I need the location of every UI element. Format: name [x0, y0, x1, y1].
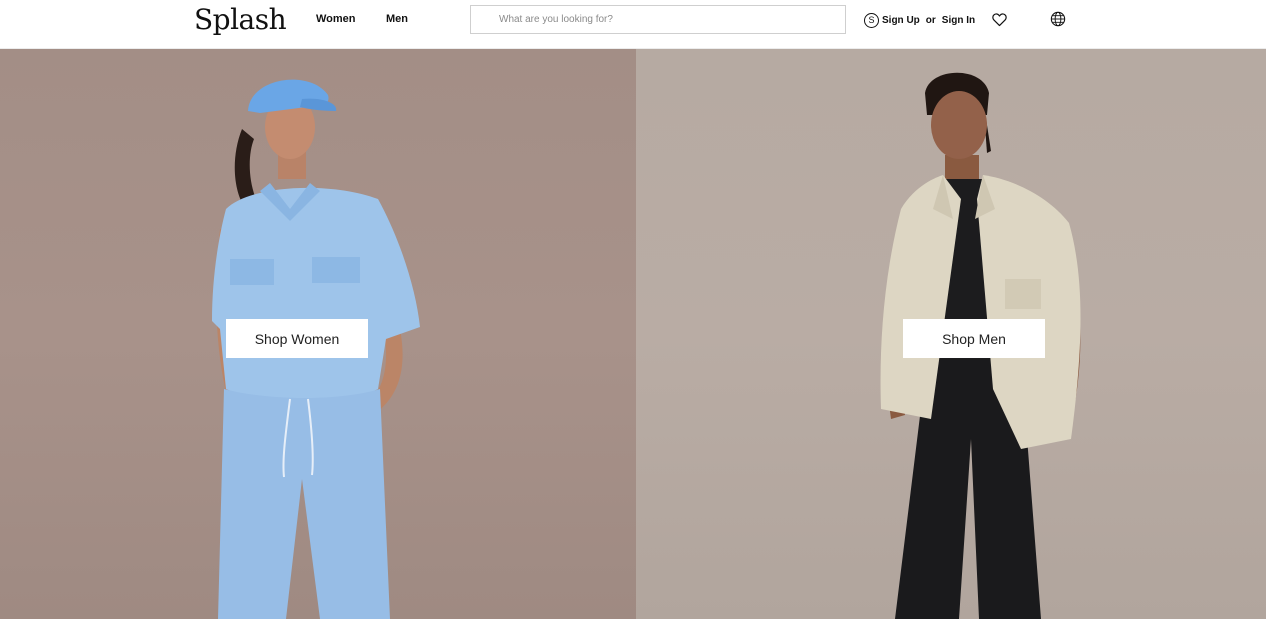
nav-women-link[interactable]: Women [316, 13, 356, 25]
shop-men-button[interactable]: Shop Men [903, 319, 1045, 358]
nav-men-link[interactable]: Men [386, 13, 408, 25]
or-separator: or [925, 14, 936, 26]
sign-up-link[interactable]: Sign Up [882, 15, 920, 26]
search-box [470, 5, 846, 34]
search-input[interactable] [471, 6, 845, 33]
wishlist-heart-icon[interactable] [991, 11, 1008, 28]
account-links: S Sign Up or Sign In [864, 11, 975, 29]
splash-logo[interactable]: Splash [194, 3, 287, 36]
sign-in-link[interactable]: Sign In [942, 15, 975, 26]
account-s-icon: S [864, 12, 879, 28]
women-hero-panel[interactable]: Shop Women [0, 49, 636, 619]
men-hero-panel[interactable]: Shop Men [636, 49, 1266, 619]
globe-icon[interactable] [1050, 11, 1066, 27]
top-navigation-bar: Splash Women Men S Sign Up or Sign In [0, 0, 1266, 49]
shop-women-button[interactable]: Shop Women [226, 319, 368, 358]
